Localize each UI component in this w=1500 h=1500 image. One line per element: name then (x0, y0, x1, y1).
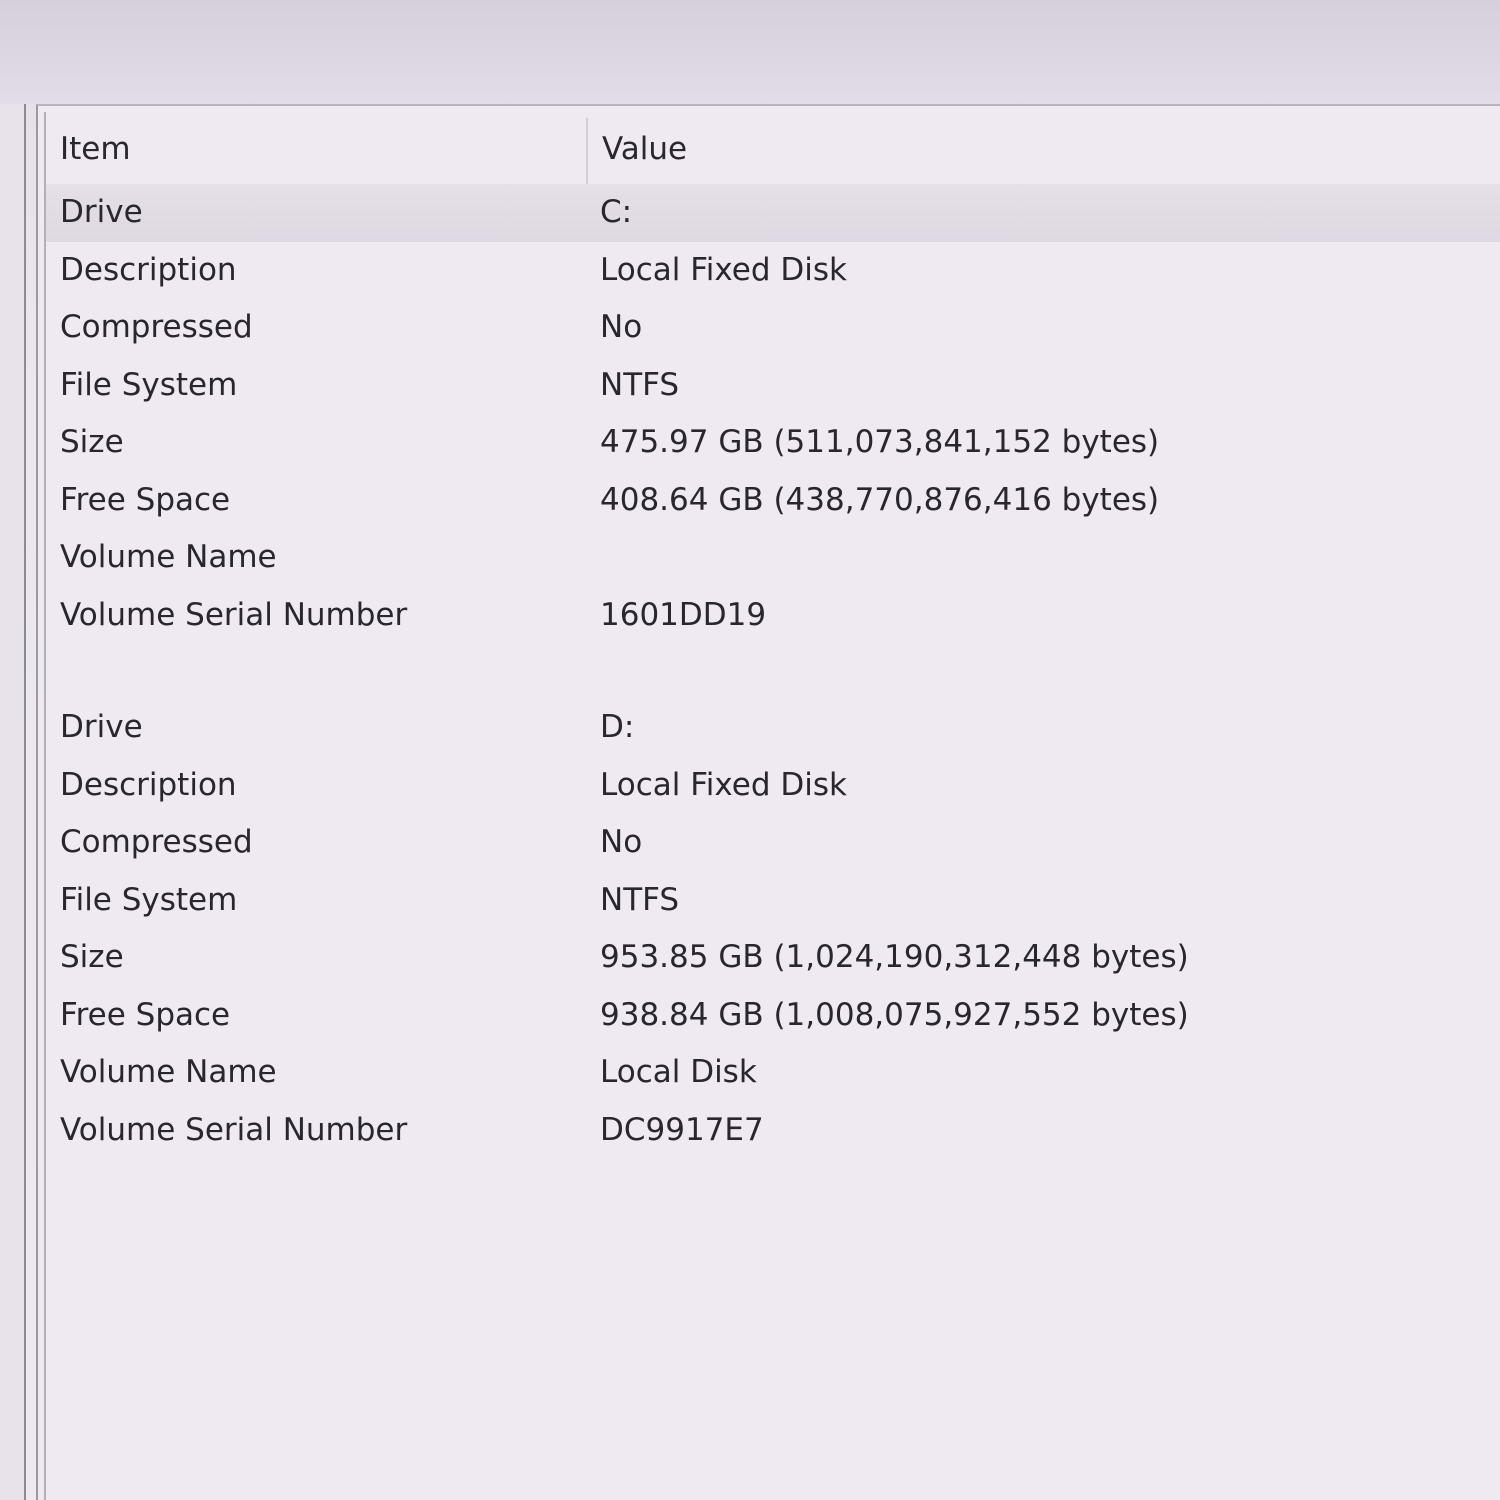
value-cell: 1601DD19 (600, 596, 767, 633)
value-cell: Local Fixed Disk (600, 766, 847, 803)
value-cell: Local Disk (600, 1054, 757, 1090)
table-row[interactable]: Description Local Fixed Disk (46, 757, 1500, 815)
item-cell: Compressed (60, 824, 253, 860)
left-tree-panel[interactable] (0, 104, 26, 1500)
table-row[interactable]: Drive D: (46, 699, 1500, 757)
table-row[interactable]: Volume Serial Number DC9917E7 (46, 1102, 1500, 1160)
item-cell: Drive (60, 194, 143, 230)
value-cell: No (600, 309, 643, 345)
value-cell: NTFS (600, 881, 680, 918)
table-row[interactable]: File System NTFS (46, 357, 1500, 415)
column-header-value[interactable]: Value (602, 114, 1402, 184)
item-cell: Free Space (60, 996, 231, 1033)
table-row[interactable]: Volume Name (46, 529, 1500, 587)
table-row[interactable]: File System NTFS (46, 872, 1500, 930)
column-header-item[interactable]: Item (60, 114, 580, 184)
table-row[interactable]: Volume Name Local Disk (46, 1044, 1500, 1102)
table-row[interactable]: Volume Serial Number 1601DD19 (46, 587, 1500, 645)
item-cell: Description (60, 251, 237, 288)
item-cell: File System (60, 881, 238, 918)
table-row[interactable]: Free Space 408.64 GB (438,770,876,416 by… (46, 472, 1500, 530)
item-cell: Size (60, 939, 124, 975)
list-header: Item Value (46, 114, 1500, 184)
value-cell: D: (600, 709, 635, 745)
list-rows: Drive C: Description Local Fixed Disk Co… (46, 184, 1500, 1159)
table-row[interactable]: Compressed No (46, 299, 1500, 357)
value-cell: DC9917E7 (600, 1111, 764, 1148)
blank-row[interactable] (46, 644, 1500, 699)
window-top-area (0, 0, 1500, 104)
item-cell: Compressed (60, 309, 253, 345)
value-cell: 408.64 GB (438,770,876,416 bytes) (600, 481, 1160, 518)
value-cell: No (600, 824, 643, 860)
value-cell: 475.97 GB (511,073,841,152 bytes) (600, 424, 1160, 460)
item-cell: Volume Name (60, 1054, 277, 1090)
table-row[interactable]: Size 475.97 GB (511,073,841,152 bytes) (46, 414, 1500, 472)
table-row[interactable]: Free Space 938.84 GB (1,008,075,927,552 … (46, 987, 1500, 1045)
table-row[interactable]: Drive C: (46, 184, 1500, 242)
column-divider[interactable] (586, 118, 588, 184)
screen: Item Value Drive C: Description Local Fi… (0, 0, 1500, 1500)
table-row[interactable]: Description Local Fixed Disk (46, 242, 1500, 300)
table-row[interactable]: Compressed No (46, 814, 1500, 872)
table-row[interactable]: Size 953.85 GB (1,024,190,312,448 bytes) (46, 929, 1500, 987)
item-cell: Volume Serial Number (60, 596, 408, 633)
drive-details-list[interactable]: Item Value Drive C: Description Local Fi… (36, 104, 1500, 1500)
item-cell: File System (60, 366, 238, 403)
item-cell: Volume Name (60, 539, 277, 575)
value-cell: 938.84 GB (1,008,075,927,552 bytes) (600, 996, 1189, 1033)
item-cell: Size (60, 424, 124, 460)
value-cell: 953.85 GB (1,024,190,312,448 bytes) (600, 939, 1189, 975)
value-cell: NTFS (600, 366, 680, 403)
item-cell: Drive (60, 709, 143, 745)
item-cell: Free Space (60, 481, 231, 518)
item-cell: Description (60, 766, 237, 803)
value-cell: C: (600, 194, 633, 230)
value-cell: Local Fixed Disk (600, 251, 847, 288)
item-cell: Volume Serial Number (60, 1111, 408, 1148)
